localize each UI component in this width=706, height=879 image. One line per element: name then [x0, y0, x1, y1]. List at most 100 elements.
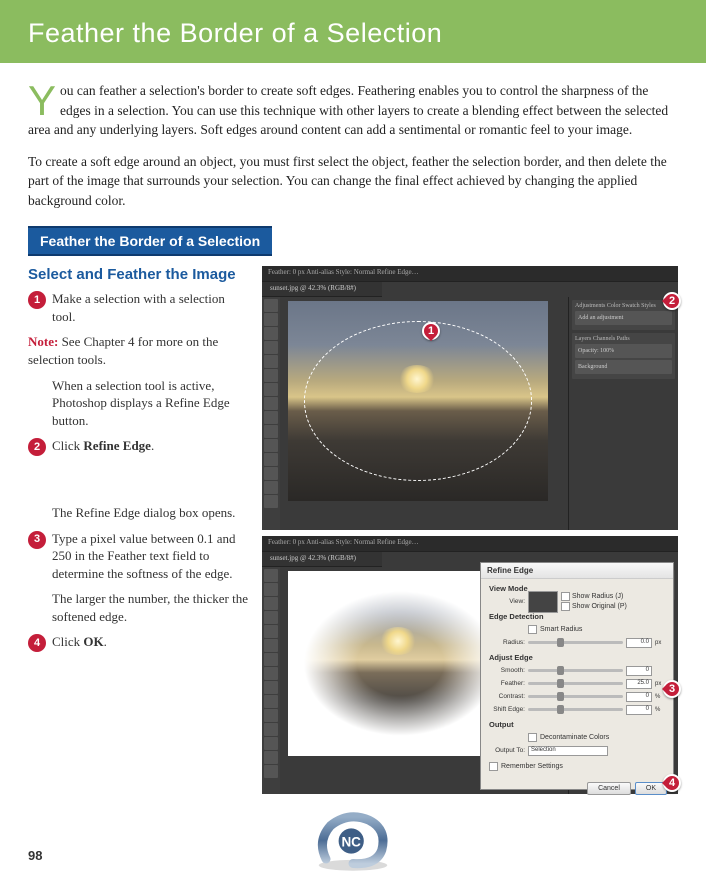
lasso-tool-icon [264, 597, 278, 610]
eyedrop-tool-icon [264, 369, 278, 382]
move-tool-icon [264, 569, 278, 582]
edge-detection-section: Edge Detection Smart Radius Radius: 0.0 … [489, 612, 665, 648]
page-title: Feather the Border of a Selection [28, 18, 678, 49]
feather-slider[interactable] [528, 682, 623, 685]
intro-p1: You can feather a selection's border to … [28, 81, 678, 140]
radius-unit: px [655, 640, 665, 646]
contrast-slider[interactable] [528, 695, 623, 698]
feather-row: Feather: 25.0 px [489, 678, 665, 689]
output-to-label: Output To: [489, 747, 525, 754]
brush-tool-icon [264, 667, 278, 680]
dialog-buttons: Cancel OK [481, 779, 673, 798]
remember-check[interactable] [489, 762, 498, 771]
show-original-label: Show Original (P) [572, 603, 627, 610]
ps-doc-tab: sunset.jpg @ 42.3% (RGB/8#) [262, 282, 382, 297]
ps-tools-panel [262, 297, 280, 530]
crop-tool-icon [264, 625, 278, 638]
step-2: 2 Click Refine Edge. [28, 437, 248, 456]
pen-tool-icon [264, 495, 278, 508]
step-1: 1 Make a selection with a selection tool… [28, 290, 248, 325]
show-radius-check[interactable] [561, 592, 570, 601]
radius-label: Radius: [489, 639, 525, 646]
step-4-bubble: 4 [28, 634, 46, 652]
smart-radius-check[interactable] [528, 625, 537, 634]
callout-3: 3 [663, 680, 681, 698]
ps-body: Adjustments Color Swatch Styles Add an a… [262, 297, 678, 530]
dodge-tool-icon [264, 481, 278, 494]
note: Note: See Chapter 4 for more on the sele… [28, 333, 248, 368]
feather-input[interactable]: 25.0 [626, 679, 652, 689]
intro-p2: To create a soft edge around an object, … [28, 152, 678, 211]
refine-edge-dialog: Refine Edge View Mode View: Show Radius … [480, 562, 674, 790]
ps-options-bar-2: Feather: 0 px Anti-alias Style: Normal R… [262, 536, 678, 552]
watermark-logo: NC [308, 809, 398, 873]
step-2-text: Click Refine Edge. [52, 437, 248, 456]
show-radius-label: Show Radius (J) [572, 593, 623, 600]
info-3: The larger the number, the thicker the s… [52, 590, 248, 625]
view-mode-section: View Mode View: Show Radius (J) Show Ori… [489, 584, 665, 607]
stamp-tool-icon [264, 681, 278, 694]
eraser-tool-icon [264, 439, 278, 452]
smooth-label: Smooth: [489, 667, 525, 674]
wand-tool-icon [264, 341, 278, 354]
view-thumb[interactable] [528, 591, 558, 613]
layers-panel: Layers Channels Paths Opacity: 100% Back… [572, 333, 675, 379]
sub-heading: Select and Feather the Image [28, 266, 248, 284]
dialog-title: Refine Edge [481, 563, 673, 579]
blur-tool-icon [264, 737, 278, 750]
smart-radius-label: Smart Radius [540, 626, 582, 633]
decontaminate-check[interactable] [528, 733, 537, 742]
dropcap: Y [28, 81, 60, 118]
contrast-input[interactable]: 0 [626, 692, 652, 702]
view-label: View: [489, 598, 525, 605]
selection-marquee [304, 321, 533, 481]
ps-tools-panel-2 [262, 567, 280, 794]
right-column: Feather: 0 px Anti-alias Style: Normal R… [262, 266, 678, 800]
radius-slider[interactable] [528, 641, 623, 644]
output-section: Output Decontaminate Colors Output To: S… [489, 720, 665, 756]
step-4: 4 Click OK. [28, 633, 248, 652]
shift-input[interactable]: 0 [626, 705, 652, 715]
output-to-select[interactable]: Selection [528, 746, 608, 756]
eraser-tool-icon [264, 709, 278, 722]
output-to-row: Output To: Selection [489, 745, 665, 756]
marquee-tool-icon [264, 313, 278, 326]
move-tool-icon [264, 299, 278, 312]
contrast-row: Contrast: 0 % [489, 691, 665, 702]
info-1: When a selection tool is active, Photosh… [52, 377, 248, 430]
radius-input[interactable]: 0.0 [626, 638, 652, 648]
view-checks: Show Radius (J) Show Original (P) [561, 592, 665, 611]
radius-row: Radius: 0.0 px [489, 637, 665, 648]
step-3: 3 Type a pixel value between 0.1 and 250… [28, 530, 248, 583]
wand-tool-icon [264, 611, 278, 624]
note-label: Note: [28, 334, 58, 349]
heal-tool-icon [264, 653, 278, 666]
left-column: Select and Feather the Image 1 Make a se… [28, 266, 248, 800]
page-content: You can feather a selection's border to … [0, 63, 706, 812]
ps-options-bar: Feather: 0 px Anti-alias Style: Normal R… [262, 266, 678, 282]
decontaminate-label: Decontaminate Colors [540, 734, 609, 741]
smart-radius-row: Smart Radius [489, 624, 665, 635]
layers-opacity-row: Opacity: 100% [575, 344, 672, 358]
contrast-label: Contrast: [489, 693, 525, 700]
step-1-bubble: 1 [28, 291, 46, 309]
smooth-slider[interactable] [528, 669, 623, 672]
ps-doc-tab-2: sunset.jpg @ 42.3% (RGB/8#) [262, 552, 382, 567]
history-tool-icon [264, 695, 278, 708]
smooth-row: Smooth: 0 [489, 665, 665, 676]
shift-unit: % [655, 707, 665, 713]
smooth-input[interactable]: 0 [626, 666, 652, 676]
shift-slider[interactable] [528, 708, 623, 711]
gradient-tool-icon [264, 723, 278, 736]
callout-2: 2 [663, 292, 681, 310]
section-label: Feather the Border of a Selection [28, 226, 272, 256]
cancel-button[interactable]: Cancel [587, 782, 631, 795]
shift-row: Shift Edge: 0 % [489, 704, 665, 715]
show-original-check[interactable] [561, 602, 570, 611]
heal-tool-icon [264, 383, 278, 396]
step-4-text: Click OK. [52, 633, 248, 652]
ps-right-panels: Adjustments Color Swatch Styles Add an a… [568, 297, 678, 530]
eyedrop-tool-icon [264, 639, 278, 652]
layers-panel-head: Layers Channels Paths [575, 336, 672, 342]
screenshot-2: Feather: 0 px Anti-alias Style: Normal R… [262, 536, 678, 794]
